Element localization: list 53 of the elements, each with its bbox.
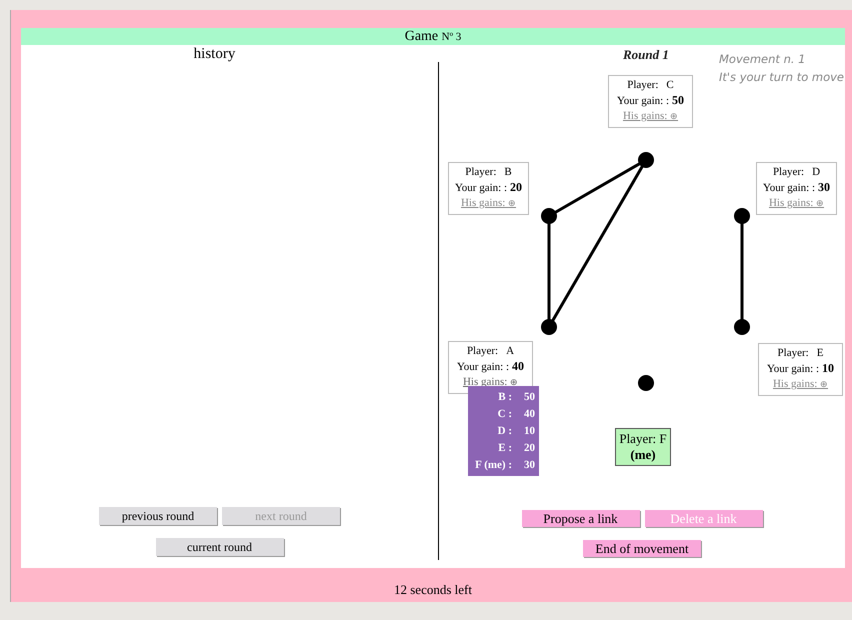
action-button[interactable]: Propose a link bbox=[522, 510, 640, 527]
game-title: Game Nº 3 bbox=[404, 29, 462, 44]
action-button[interactable]: End of movement bbox=[583, 540, 701, 557]
player-label: Player: bbox=[466, 345, 498, 357]
his-gains-link[interactable]: His gains: ⊕ bbox=[622, 109, 678, 124]
history-heading: history bbox=[192, 46, 236, 63]
player-label: Player: bbox=[627, 79, 658, 91]
status-message: Movement n. 1 bbox=[719, 51, 806, 68]
popup-player: C : bbox=[498, 407, 512, 422]
gain-label: Your gain: : bbox=[762, 182, 816, 194]
gain-value: 20 bbox=[510, 180, 522, 194]
my-player-label: Player: F bbox=[618, 431, 668, 447]
gain-label: Your gain: : bbox=[766, 363, 820, 375]
player-node[interactable] bbox=[734, 319, 750, 335]
round-label: Round 1 bbox=[623, 47, 669, 63]
my-player-tag: (me) bbox=[616, 447, 670, 463]
popup-player: E : bbox=[498, 441, 512, 456]
gain-value: 30 bbox=[818, 180, 830, 194]
popup-gain: 20 bbox=[524, 441, 535, 456]
player-node[interactable] bbox=[734, 208, 750, 224]
player-label: Player: bbox=[465, 166, 496, 178]
player-node[interactable] bbox=[541, 208, 557, 224]
gain-label: Your gain: : bbox=[616, 95, 670, 107]
round-button[interactable]: current round bbox=[156, 538, 284, 556]
player-name: B bbox=[504, 166, 512, 178]
time-left: 12 seconds left bbox=[394, 582, 472, 598]
popup-player: F (me) : bbox=[475, 458, 512, 473]
gain-label: Your gain: : bbox=[456, 361, 510, 373]
his-gains-link[interactable]: His gains: ⊕ bbox=[460, 196, 516, 211]
player-label: Player: bbox=[772, 166, 804, 178]
popup-gain: 30 bbox=[524, 458, 535, 473]
his-gains-link[interactable]: His gains: ⊕ bbox=[768, 196, 824, 211]
gain-value: 40 bbox=[512, 359, 524, 373]
popup-gain: 40 bbox=[524, 407, 535, 422]
player-name: D bbox=[812, 166, 820, 178]
status-message: It's your turn to move bbox=[719, 69, 844, 86]
gain-value: 10 bbox=[822, 361, 834, 375]
gain-label: Your gain: : bbox=[454, 182, 508, 194]
popup-player: D : bbox=[498, 424, 512, 439]
his-gains-link[interactable]: His gains: ⊕ bbox=[772, 377, 828, 392]
popup-gain: 10 bbox=[524, 424, 535, 439]
player-name: C bbox=[666, 79, 674, 91]
round-button[interactable]: previous round bbox=[99, 507, 217, 525]
popup-gain: 50 bbox=[524, 390, 535, 405]
player-name: A bbox=[506, 345, 514, 357]
gain-value: 50 bbox=[672, 93, 684, 107]
player-label: Player: bbox=[778, 347, 809, 359]
popup-player: B : bbox=[498, 390, 512, 405]
player-name: E bbox=[816, 347, 824, 359]
player-node[interactable] bbox=[638, 152, 654, 168]
his-gains-link[interactable]: His gains: ⊕ bbox=[462, 375, 518, 390]
player-node[interactable] bbox=[638, 375, 654, 391]
player-node[interactable] bbox=[541, 319, 557, 335]
